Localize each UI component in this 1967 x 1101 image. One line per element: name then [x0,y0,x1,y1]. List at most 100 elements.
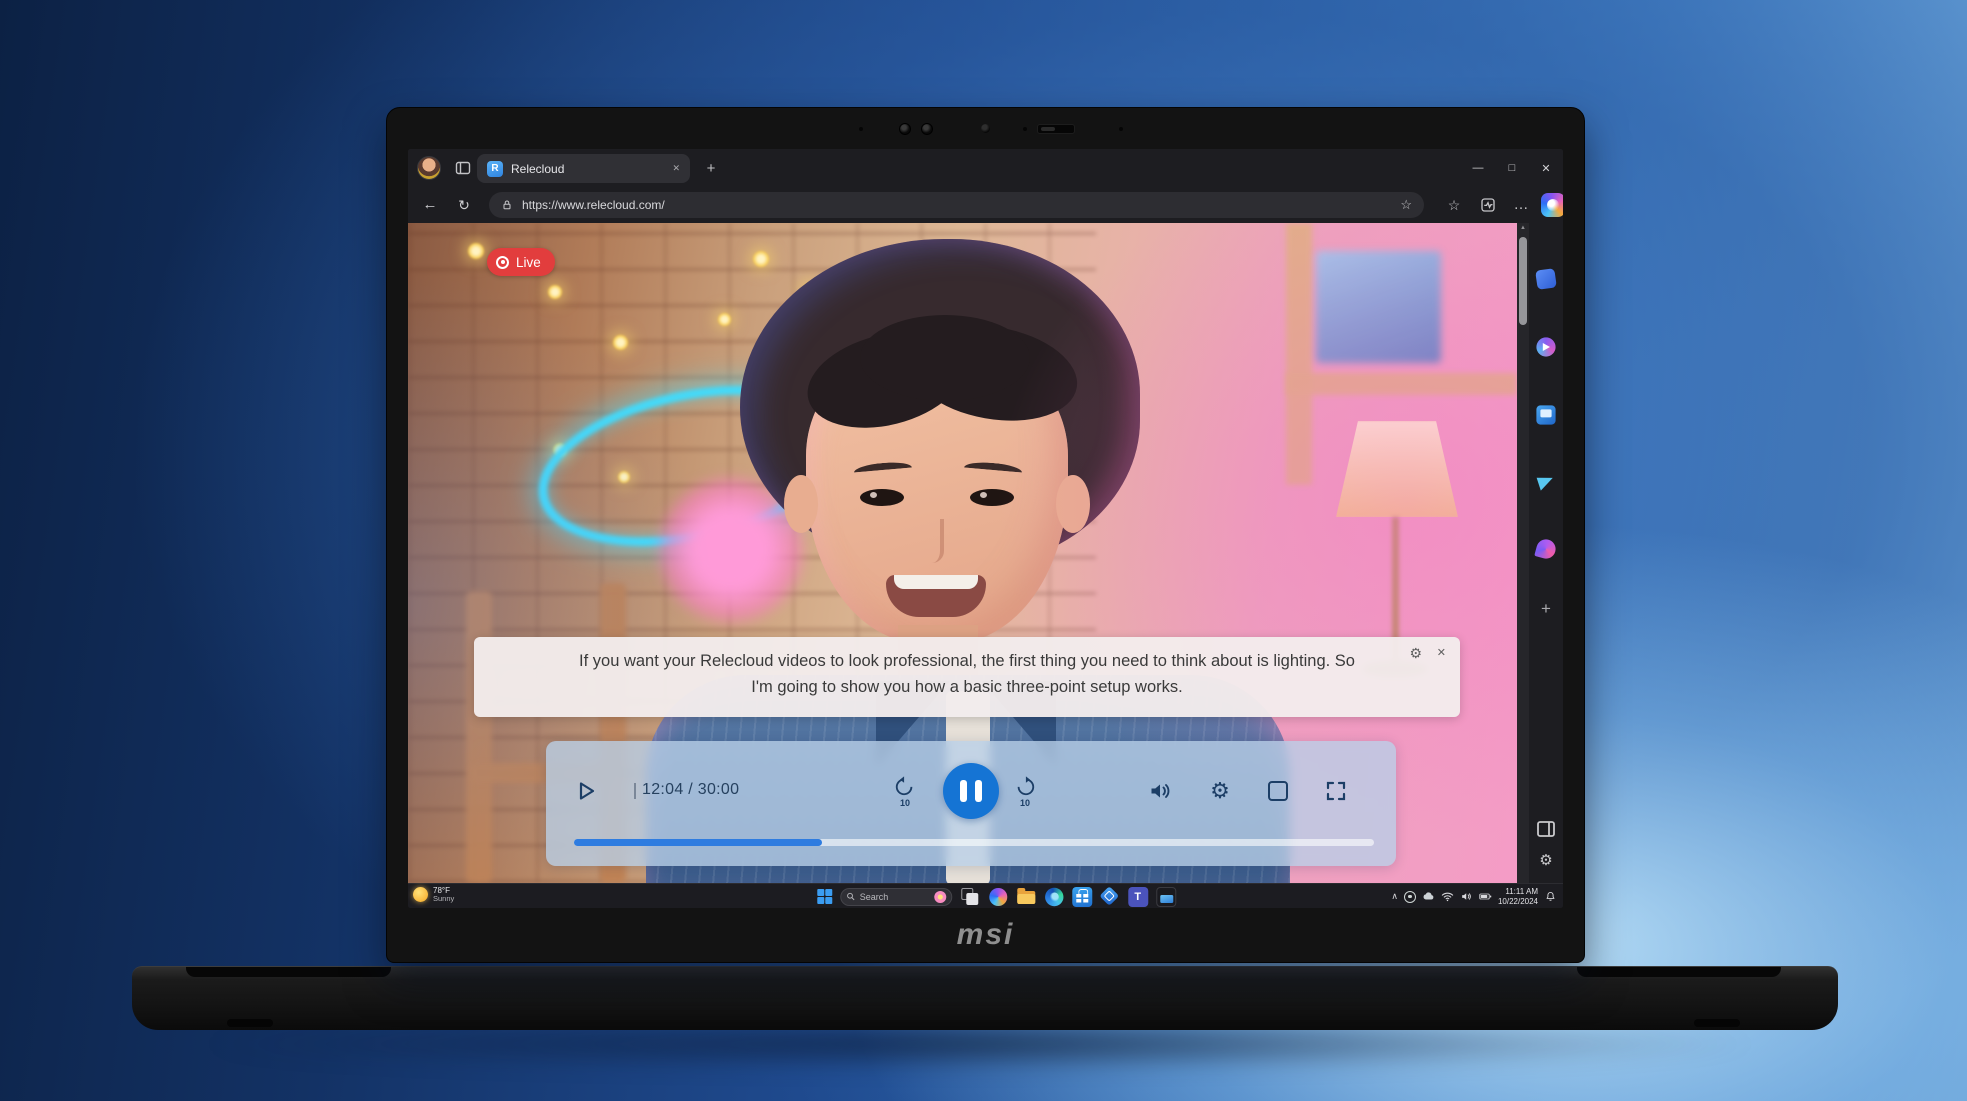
mic-dot [1119,127,1123,131]
copilot-icon[interactable] [1541,193,1563,217]
string-light [613,335,628,350]
tray-volume-icon[interactable] [1460,890,1473,903]
teams-icon[interactable]: T [1128,887,1148,907]
sidebar-settings-icon[interactable]: ⚙ [1534,849,1558,873]
clock-time: 11:11 AM [1505,887,1538,897]
scroll-up-arrow[interactable]: ▲ [1517,225,1529,231]
webcam-camera [981,124,990,133]
time-display: 12:04 / 30:00 [642,781,739,799]
favorites-icon[interactable]: ☆ [1445,196,1463,214]
wood-ladder [466,591,492,883]
task-view-icon[interactable] [960,887,980,907]
profile-avatar[interactable] [417,156,441,180]
tray-security-icon[interactable] [1404,891,1416,903]
fullscreen-icon[interactable] [1324,779,1348,803]
minimize-button[interactable]: — [1461,149,1495,187]
settings-menu-icon[interactable]: … [1512,196,1530,214]
onedrive-cloud-icon[interactable] [1422,890,1435,903]
progress-fill [574,839,822,846]
scrollbar-thumb[interactable] [1519,237,1527,325]
maximize-button[interactable]: □ [1495,149,1529,187]
desktop-backdrop: R Relecloud ✕ + — □ ✕ ← ↻ [0,0,1967,1101]
windows-taskbar: 78°F Sunny Search [408,883,1563,908]
page-scrollbar[interactable]: ▲ [1517,223,1529,883]
mic-dot [1023,127,1027,131]
string-light [753,251,769,267]
privacy-shutter [1037,124,1075,134]
sidebar-add-icon[interactable]: + [1534,597,1558,621]
shopping-icon[interactable] [1535,268,1557,290]
skip-back-10-button[interactable]: 10 [891,775,919,807]
media-app-icon[interactable] [1156,887,1176,907]
live-label: Live [516,255,541,270]
presenter-smile [886,575,986,617]
weather-widget[interactable]: 78°F Sunny [413,886,454,904]
browser-tab-strip: R Relecloud ✕ + — □ ✕ [408,149,1563,187]
back-button[interactable]: ← [420,195,440,215]
presenter-bangs [860,315,1030,401]
sidebar-toggle-icon[interactable] [1534,817,1558,841]
image-creator-icon[interactable] [1536,405,1555,424]
caption-panel: If you want your Relecloud videos to loo… [474,637,1460,717]
search-icon [846,892,855,901]
presenter-ear [1056,475,1090,533]
battery-icon[interactable] [1479,890,1492,903]
window-controls: — □ ✕ [1461,149,1563,187]
live-badge: Live [487,248,555,276]
skip-forward-10-button[interactable]: 10 [1011,775,1039,807]
system-tray: ∧ 11:11 AM 10/22/2024 [1391,884,1557,908]
laptop-screen-bezel: R Relecloud ✕ + — □ ✕ ← ↻ [386,107,1585,963]
laptop-foot-left [227,1019,273,1027]
laptop-base [132,966,1838,1030]
tab-actions-icon[interactable] [454,159,472,177]
taskbar-clock[interactable]: 11:11 AM 10/22/2024 [1498,887,1538,906]
refresh-button[interactable]: ↻ [454,195,474,215]
volume-icon[interactable] [1148,779,1172,803]
new-tab-button[interactable]: + [700,157,722,179]
weather-condition: Sunny [433,895,454,904]
bookshelf [1286,223,1312,485]
browser-essentials-icon[interactable] [1479,196,1497,214]
taskbar-center: Search T [817,884,1176,908]
webcam-module [387,121,1584,137]
shelf-monitor [1316,251,1441,363]
edge-icon[interactable] [1045,887,1063,905]
time-cursor [634,783,636,799]
close-button[interactable]: ✕ [1529,149,1563,187]
webcam-lens [899,123,911,135]
bookmark-star-icon[interactable]: ☆ [1400,197,1412,213]
tray-chevron-icon[interactable]: ∧ [1391,891,1398,902]
tab-title: Relecloud [511,162,664,176]
url-text: https://www.relecloud.com/ [522,198,1391,212]
hinge-notch-left [186,967,391,977]
caption-settings-icon[interactable]: ⚙ [1409,645,1422,662]
microsoft-store-icon[interactable] [1072,887,1092,907]
m365-icon[interactable] [1534,537,1558,561]
caption-text: If you want your Relecloud videos to loo… [574,649,1360,700]
taskbar-search[interactable]: Search [840,888,952,906]
taskbar-copilot-icon[interactable] [989,888,1007,906]
tab-close-icon[interactable]: ✕ [672,163,680,174]
notification-bell-icon[interactable] [1544,890,1557,903]
player-settings-icon[interactable]: ⚙ [1208,779,1232,803]
progress-bar[interactable] [574,839,1374,846]
file-explorer-icon[interactable] [1016,887,1036,907]
browser-tab-relecloud[interactable]: R Relecloud ✕ [477,154,690,183]
msi-logo: msi [387,910,1584,960]
play-icon[interactable] [574,779,598,803]
wifi-icon[interactable] [1441,890,1454,903]
presenter-eye [860,489,904,506]
caption-close-icon[interactable]: ✕ [1437,646,1446,659]
start-button[interactable] [817,889,832,904]
laptop-foot-right [1694,1019,1740,1027]
miniplayer-icon[interactable] [1268,781,1288,801]
mic-dot [859,127,863,131]
dev-home-icon[interactable] [1100,887,1120,907]
address-bar[interactable]: https://www.relecloud.com/ ☆ [489,192,1424,218]
drop-icon[interactable] [1536,471,1556,491]
video-player[interactable]: Live If you want your Relecloud videos t… [408,223,1517,883]
lock-icon [501,198,513,212]
string-light [548,285,562,299]
pause-button[interactable] [943,763,999,819]
games-icon[interactable] [1536,337,1555,356]
